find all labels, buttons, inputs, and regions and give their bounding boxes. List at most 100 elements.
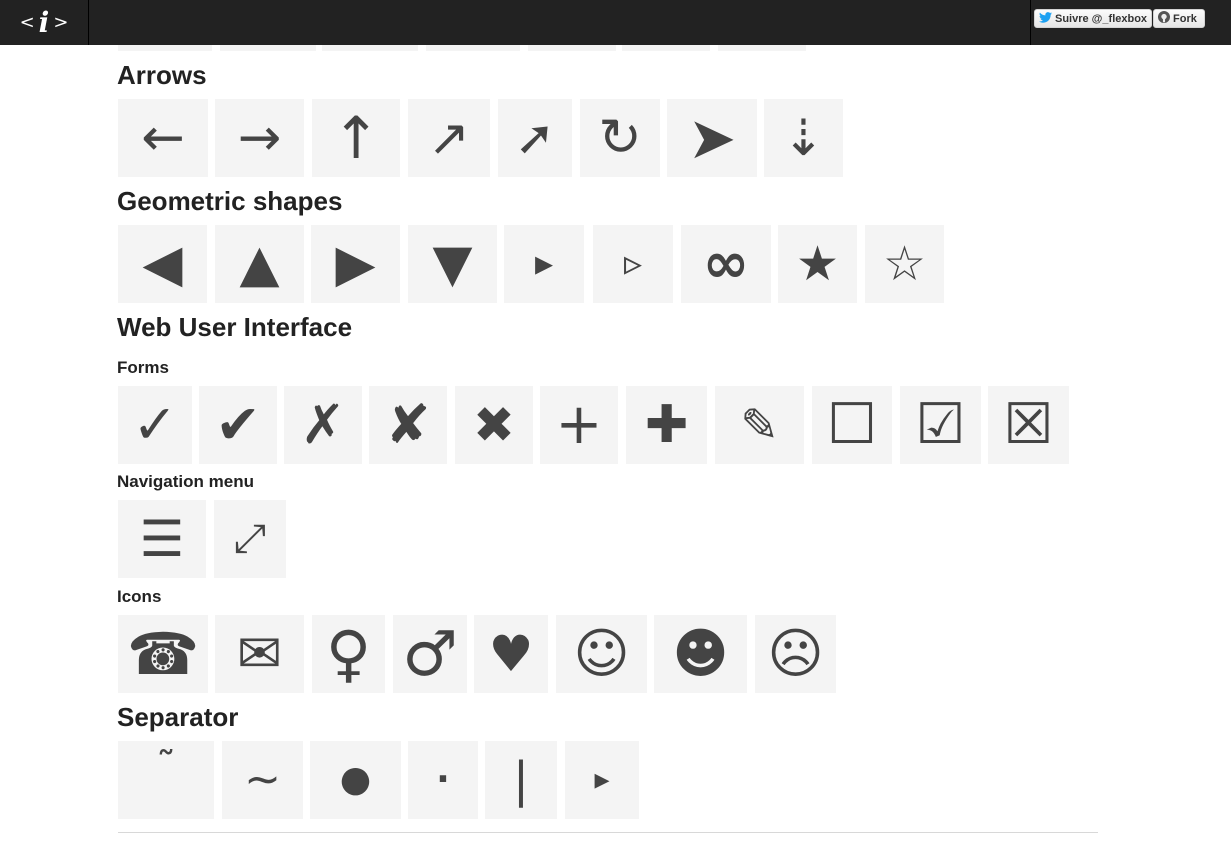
black-smiley-face-icon: ☻ xyxy=(672,622,729,685)
twitter-bird-icon xyxy=(1039,11,1052,26)
glyph-tile-left-triangle[interactable]: ◀ xyxy=(118,225,207,303)
glyph-tile-empty-checkbox[interactable]: ☐ xyxy=(812,386,892,464)
clockwise-arrow-icon: ↻ xyxy=(598,108,642,168)
frowning-face-icon: ☹ xyxy=(767,622,824,685)
glyph-tile-envelope[interactable]: ✉ xyxy=(215,615,304,693)
outline-small-right-triangle-icon: ▹ xyxy=(623,243,643,284)
glyph-tile-smiley[interactable]: ☺ xyxy=(556,615,647,693)
glyph-tile-black-circle[interactable]: ● xyxy=(310,741,401,819)
checked-checkbox-icon: ☑ xyxy=(915,392,966,457)
heavy-north-east-arrow-icon: ➚ xyxy=(514,110,556,166)
logo-left-bracket: < xyxy=(19,12,35,33)
top-bar: < i > Suivre @_flexbox Fork xyxy=(0,0,1231,45)
plus-icon: + xyxy=(555,392,603,457)
logo-i: i xyxy=(38,6,50,39)
check-mark-icon: ✓ xyxy=(132,393,178,456)
logo-right-bracket: > xyxy=(53,12,69,33)
subsection-title-forms: Forms xyxy=(117,358,169,377)
black-circle-icon: ● xyxy=(339,759,372,800)
heavy-ballot-x-icon: ✘ xyxy=(385,393,431,456)
glyph-tile-pencil[interactable]: ✎ xyxy=(715,386,804,464)
middle-dot-icon: · xyxy=(436,759,450,800)
footer-divider xyxy=(118,832,1098,833)
glyph-tile-left-arrow[interactable]: ← xyxy=(118,99,208,177)
vertical-bar-icon: | xyxy=(512,752,530,808)
north-east-arrow-icon: ↗ xyxy=(428,109,470,167)
glyph-tile-male[interactable]: ♂ xyxy=(393,615,467,693)
glyph-tile-down-triangle[interactable]: ▼ xyxy=(408,225,497,303)
glyph-tile-heavy-check[interactable]: ✔ xyxy=(199,386,277,464)
glyph-tile-infinity[interactable]: ∞ xyxy=(681,225,771,303)
glyph-tile-up-triangle[interactable]: ▲ xyxy=(215,225,304,303)
glyph-tile-heavy-ballot-x[interactable]: ✘ xyxy=(369,386,447,464)
glyph-tile-black-smiley[interactable]: ☻ xyxy=(654,615,747,693)
glyph-tile-plus[interactable]: + xyxy=(540,386,618,464)
glyph-tile-checked-checkbox[interactable]: ☑ xyxy=(900,386,981,464)
glyph-tile-small-right-triangle[interactable]: ▸ xyxy=(504,225,584,303)
glyph-tile-dashed-down-arrow[interactable]: ⇣ xyxy=(764,99,843,177)
expand-diagonal-arrow-icon: ⤢ xyxy=(234,516,266,562)
up-arrow-icon: ↑ xyxy=(331,104,381,172)
subsection-title-navigation-menu: Navigation menu xyxy=(117,472,254,491)
glyph-tile-outline-right-triangle[interactable]: ▹ xyxy=(593,225,673,303)
glyph-tile-right-triangle[interactable]: ▶ xyxy=(311,225,400,303)
envelope-icon: ✉ xyxy=(236,622,283,685)
male-sign-icon: ♂ xyxy=(402,617,458,690)
glyph-tile-filled-star[interactable]: ★ xyxy=(778,225,857,303)
glyph-tile-tilde-operator[interactable]: ∼ xyxy=(222,741,303,819)
filled-star-icon: ★ xyxy=(795,236,840,292)
glyph-tile-right-arrow[interactable]: → xyxy=(215,99,304,177)
left-arrow-icon: ← xyxy=(141,108,185,168)
right-arrow-icon: → xyxy=(237,108,282,168)
heart-icon: ♥ xyxy=(488,625,534,683)
subsection-title-icons: Icons xyxy=(117,587,162,606)
telephone-icon: ☎ xyxy=(126,620,200,688)
female-sign-icon: ♀ xyxy=(325,617,372,690)
social-buttons: Suivre @_flexbox Fork xyxy=(1030,0,1231,45)
glyph-tile-crossed-checkbox[interactable]: ☒ xyxy=(988,386,1069,464)
right-triangle-icon: ▶ xyxy=(335,234,376,294)
infinity-icon: ∞ xyxy=(702,231,750,296)
home-logo[interactable]: < i > xyxy=(0,0,89,45)
left-triangle-icon: ◀ xyxy=(142,234,183,294)
glyph-tile-hamburger[interactable]: ☰ xyxy=(118,500,206,578)
small-tilde-icon: ˜ xyxy=(156,744,176,790)
section-title-arrows: Arrows xyxy=(117,60,207,90)
outline-star-icon: ☆ xyxy=(882,236,927,292)
small-right-triangle-separator-icon: ▸ xyxy=(594,762,610,797)
fork-label: Fork xyxy=(1173,12,1197,25)
glyph-tile-small-tilde[interactable]: ˜ xyxy=(118,741,214,819)
pencil-icon: ✎ xyxy=(740,398,779,452)
glyph-tile-arrowhead[interactable]: ➤ xyxy=(667,99,757,177)
dashed-down-arrow-icon: ⇣ xyxy=(782,109,825,167)
heavy-plus-icon: ✚ xyxy=(644,395,689,455)
glyph-tile-heavy-ne-arrow[interactable]: ➚ xyxy=(498,99,572,177)
heavy-multiplication-x-icon: ✖ xyxy=(473,396,515,454)
crossed-checkbox-icon: ☒ xyxy=(1003,392,1054,457)
tilde-operator-icon: ∼ xyxy=(244,754,281,805)
up-triangle-icon: ▲ xyxy=(239,234,280,294)
glyph-tile-middle-dot[interactable]: · xyxy=(408,741,478,819)
smiley-face-icon: ☺ xyxy=(573,622,630,685)
github-fork-button[interactable]: Fork xyxy=(1153,9,1205,28)
glyph-tile-outline-star[interactable]: ☆ xyxy=(865,225,944,303)
section-title-geometric-shapes: Geometric shapes xyxy=(117,186,343,216)
glyph-tile-check[interactable]: ✓ xyxy=(118,386,192,464)
glyph-tile-small-triangle[interactable]: ▸ xyxy=(565,741,639,819)
glyph-tile-expand[interactable]: ⤢ xyxy=(214,500,286,578)
glyph-tile-frowning[interactable]: ☹ xyxy=(755,615,836,693)
twitter-follow-label: Suivre @_flexbox xyxy=(1055,12,1148,25)
twitter-follow-button[interactable]: Suivre @_flexbox xyxy=(1034,9,1152,28)
glyph-tile-ballot-x[interactable]: ✗ xyxy=(284,386,362,464)
glyph-tile-heart[interactable]: ♥ xyxy=(474,615,548,693)
glyph-tile-clockwise-arrow[interactable]: ↻ xyxy=(580,99,660,177)
glyph-tile-up-arrow[interactable]: ↑ xyxy=(312,99,400,177)
glyph-tile-female[interactable]: ♀ xyxy=(312,615,385,693)
empty-checkbox-icon: ☐ xyxy=(826,392,878,457)
glyph-tile-heavy-plus[interactable]: ✚ xyxy=(626,386,707,464)
glyph-tile-multiplication-x[interactable]: ✖ xyxy=(455,386,533,464)
glyph-tile-vertical-bar[interactable]: | xyxy=(485,741,557,819)
glyph-tile-ne-arrow[interactable]: ↗ xyxy=(408,99,490,177)
section-title-separator: Separator xyxy=(117,702,239,732)
glyph-tile-telephone[interactable]: ☎ xyxy=(118,615,208,693)
